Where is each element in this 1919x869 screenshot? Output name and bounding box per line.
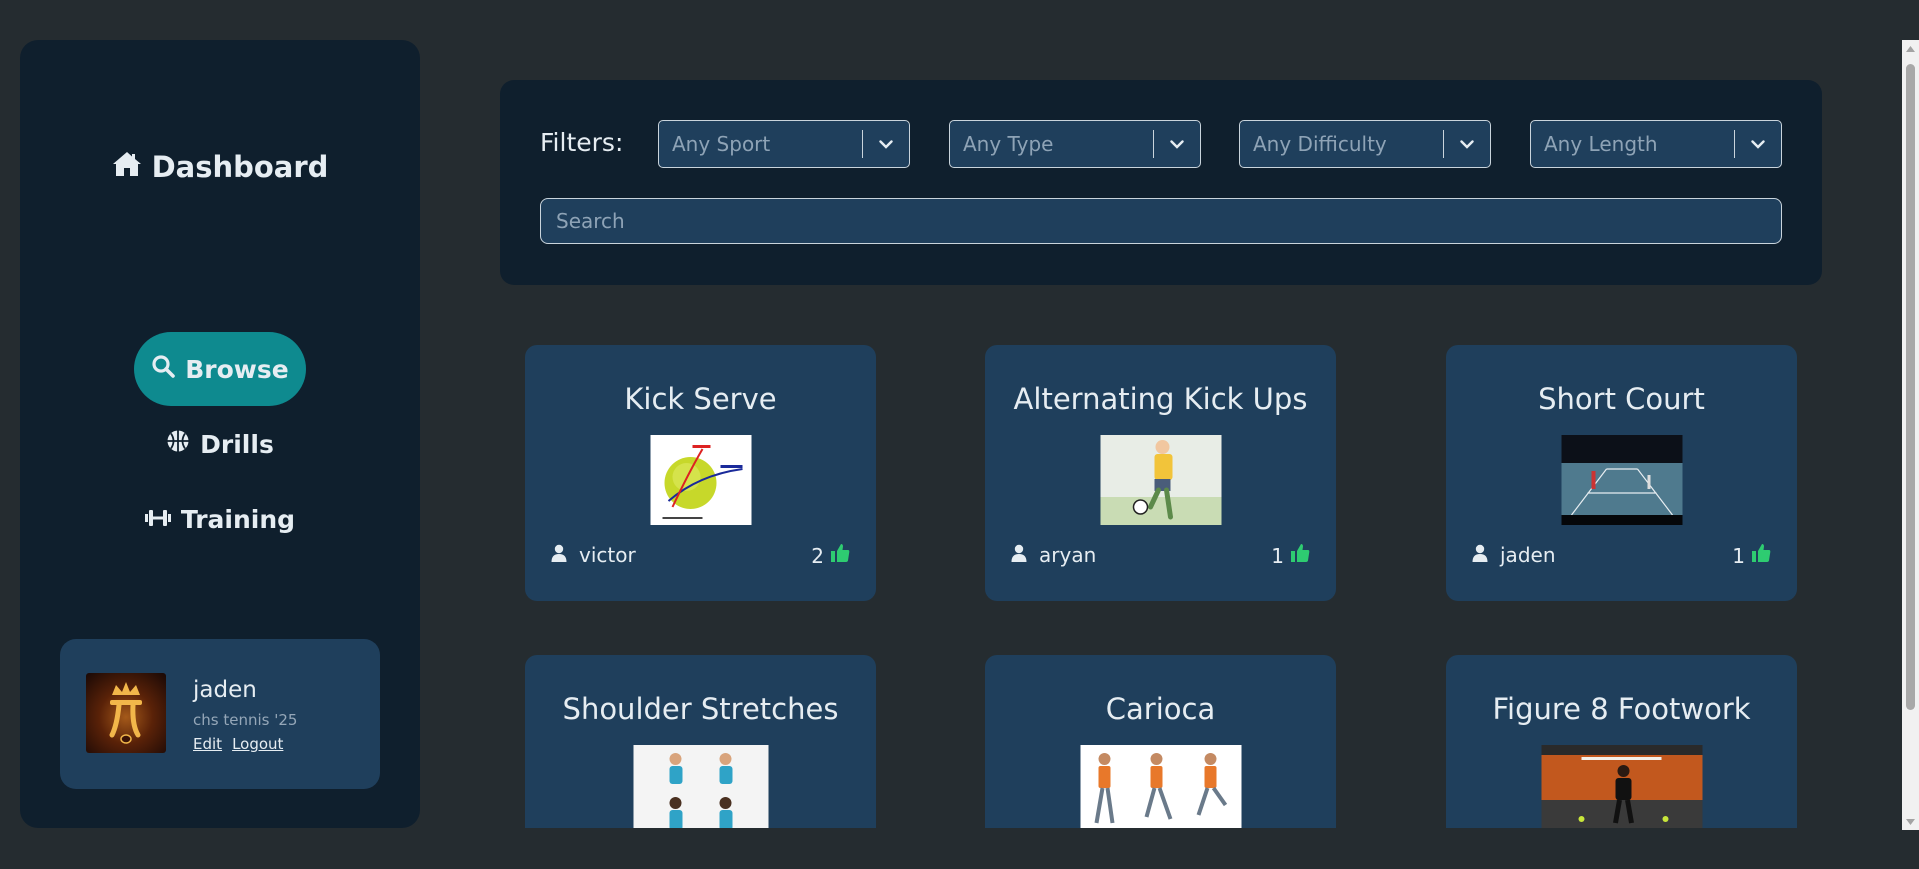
sidebar: Dashboard Browse Drills Training jaden c… [20, 40, 420, 828]
nav-training[interactable]: Training [117, 482, 323, 556]
logout-link[interactable]: Logout [232, 735, 283, 753]
card-likes-count: 2 [811, 543, 824, 568]
thumbs-up-icon [1751, 543, 1771, 568]
filters-panel: Filters: Any Sport Any Type Any Difficul… [500, 80, 1822, 285]
profile-card: jaden chs tennis '25 Edit Logout [60, 639, 380, 789]
card-thumbnail [650, 435, 751, 525]
scroll-up-arrow-icon[interactable] [1902, 40, 1919, 57]
user-icon [1011, 543, 1027, 567]
card-author-name: aryan [1039, 543, 1097, 567]
profile-subtitle: chs tennis '25 [193, 711, 298, 729]
chevron-down-icon [1444, 139, 1490, 149]
edit-profile-link[interactable]: Edit [193, 735, 222, 753]
chevron-down-icon [1154, 139, 1200, 149]
nav-browse-label: Browse [185, 354, 289, 384]
chevron-down-icon [1735, 139, 1781, 149]
thumbs-up-icon [830, 543, 850, 568]
card-likes[interactable]: 1 [1732, 543, 1771, 568]
drill-card[interactable]: Alternating Kick Ups aryan 1 [985, 345, 1336, 601]
card-title: Short Court [1538, 382, 1705, 416]
difficulty-select[interactable]: Any Difficulty [1239, 120, 1491, 168]
card-author-name: victor [579, 543, 636, 567]
type-select-value: Any Type [963, 132, 1054, 156]
profile-name: jaden [193, 677, 257, 703]
sport-select[interactable]: Any Sport [658, 120, 910, 168]
user-icon [551, 543, 567, 567]
nav-training-label: Training [180, 504, 296, 534]
user-icon [1472, 543, 1488, 567]
dumbbell-icon [144, 505, 171, 534]
card-title: Kick Serve [624, 382, 777, 416]
pi-crown-logo [109, 682, 142, 744]
page-scrollbar[interactable] [1902, 40, 1919, 830]
length-select[interactable]: Any Length [1530, 120, 1782, 168]
nav-drills-label: Drills [200, 429, 274, 459]
card-likes[interactable]: 2 [811, 543, 850, 568]
difficulty-select-value: Any Difficulty [1253, 132, 1387, 156]
basketball-icon [166, 429, 190, 459]
nav-browse[interactable]: Browse [134, 332, 306, 406]
scrollbar-thumb[interactable] [1906, 64, 1915, 710]
card-title: Shoulder Stretches [562, 692, 839, 726]
scroll-down-arrow-icon[interactable] [1902, 813, 1919, 830]
card-title: Alternating Kick Ups [1013, 382, 1308, 416]
card-author-name: jaden [1500, 543, 1556, 567]
profile-links: Edit Logout [193, 735, 283, 753]
card-likes-count: 1 [1732, 543, 1745, 568]
drill-card[interactable]: Kick Serve victor 2 [525, 345, 876, 601]
card-thumbnail [1561, 435, 1682, 525]
drill-cards-grid: Kick Serve victor 2 Alternating Kick Ups [500, 340, 1880, 828]
nav-drills[interactable]: Drills [138, 407, 302, 481]
sport-select-value: Any Sport [672, 132, 771, 156]
search-icon [151, 354, 176, 384]
home-icon [112, 150, 142, 184]
card-likes-count: 1 [1271, 543, 1284, 568]
card-thumbnail [1541, 745, 1702, 828]
sidebar-nav: Browse Drills Training [20, 332, 420, 556]
card-thumbnail [1100, 435, 1221, 525]
drill-card[interactable]: Figure 8 Footwork [1446, 655, 1797, 828]
chevron-down-icon [863, 139, 909, 149]
card-title: Figure 8 Footwork [1492, 692, 1751, 726]
drill-card[interactable]: Carioca [985, 655, 1336, 828]
thumbs-up-icon [1290, 543, 1310, 568]
drill-card[interactable]: Shoulder Stretches [525, 655, 876, 828]
dashboard-title-text: Dashboard [151, 150, 329, 184]
filters-label: Filters: [540, 128, 624, 157]
dashboard-title[interactable]: Dashboard [20, 150, 420, 184]
avatar [86, 673, 166, 753]
card-author: aryan [1011, 543, 1096, 567]
search-input[interactable] [540, 198, 1782, 244]
card-thumbnail [1080, 745, 1241, 828]
card-author: jaden [1472, 543, 1556, 567]
card-author: victor [551, 543, 636, 567]
card-title: Carioca [1105, 692, 1216, 726]
drill-card[interactable]: Short Court jaden 1 [1446, 345, 1797, 601]
type-select[interactable]: Any Type [949, 120, 1201, 168]
card-thumbnail [633, 745, 768, 828]
length-select-value: Any Length [1544, 132, 1658, 156]
card-likes[interactable]: 1 [1271, 543, 1310, 568]
